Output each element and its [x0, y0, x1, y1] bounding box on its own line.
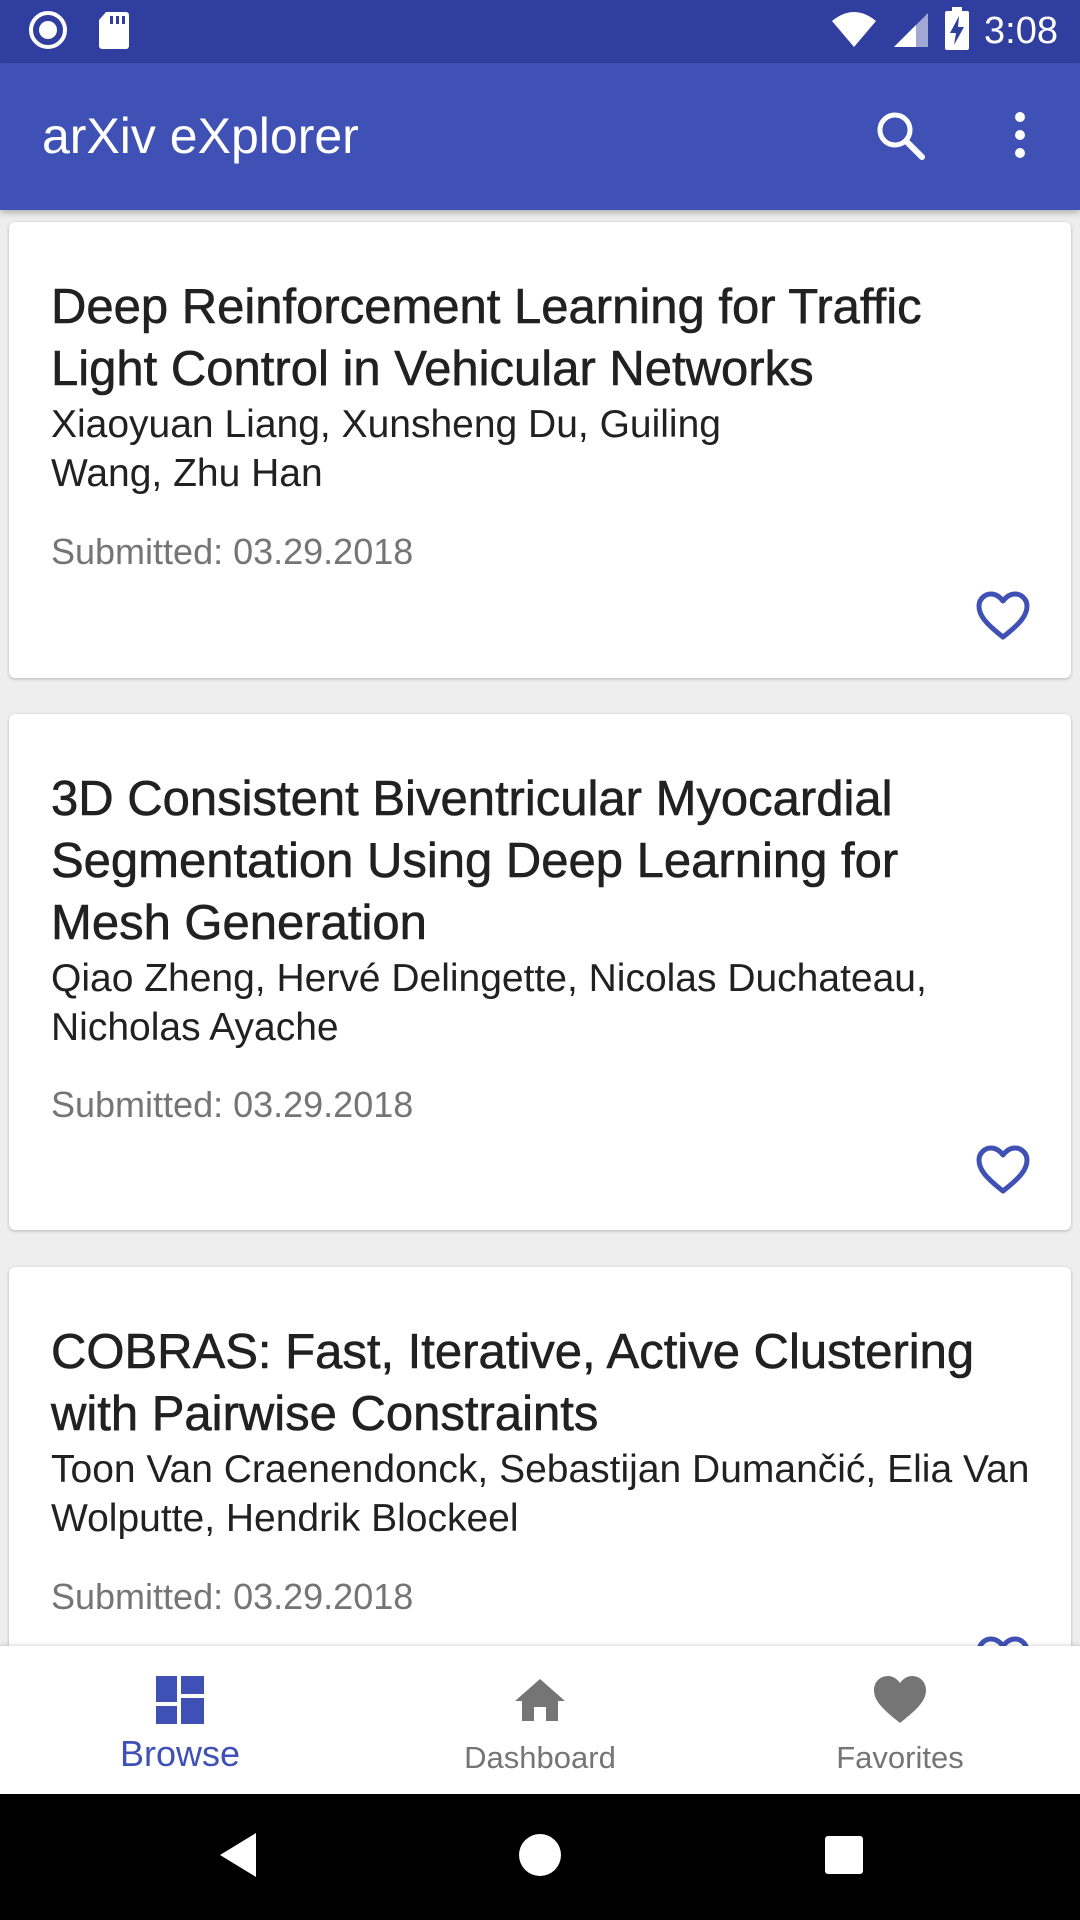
home-button[interactable]: [510, 1827, 570, 1887]
paper-card[interactable]: Deep Reinforcement Learning for Traffic …: [9, 222, 1071, 678]
home-circle-icon: [517, 1832, 563, 1883]
heart-filled-icon: [870, 1670, 930, 1730]
favorite-button[interactable]: [971, 586, 1035, 650]
home-icon: [510, 1670, 570, 1730]
search-icon: [874, 109, 926, 166]
status-time: 3:08: [984, 10, 1058, 52]
screen: 3:08 arXiv eXplorer Deep Reinforcement L…: [0, 0, 1080, 1920]
more-options-button[interactable]: [984, 101, 1056, 173]
status-left-icons: [28, 10, 130, 55]
paper-submitted-date: Submitted: 03.29.2018: [51, 1576, 414, 1617]
heart-outline-icon: [975, 1635, 1031, 1646]
paper-card[interactable]: COBRAS: Fast, Iterative, Active Clusteri…: [9, 1267, 1071, 1646]
system-navigation-bar: [0, 1794, 1080, 1920]
recents-icon: [823, 1834, 865, 1881]
search-button[interactable]: [864, 101, 936, 173]
nav-label-browse: Browse: [119, 1733, 241, 1774]
favorite-button[interactable]: [971, 1631, 1035, 1646]
sd-card-icon: [98, 10, 130, 55]
recents-button[interactable]: [814, 1827, 874, 1887]
wifi-icon: [830, 9, 878, 54]
app-bar: arXiv eXplorer: [0, 63, 1080, 210]
paper-title: Deep Reinforcement Learning for Traffic …: [51, 280, 922, 397]
heart-outline-icon: [975, 1144, 1031, 1201]
nav-item-browse[interactable]: Browse: [0, 1646, 360, 1794]
app-title: arXiv eXplorer: [42, 108, 359, 164]
paper-title: 3D Consistent Biventricular Myocardial S…: [51, 772, 899, 951]
circle-notification-icon: [28, 10, 68, 55]
paper-submitted-date: Submitted: 03.29.2018: [51, 1084, 414, 1125]
nav-label-dashboard: Dashboard: [464, 1740, 616, 1775]
app-bar-actions: [816, 101, 1056, 173]
nav-label-favorites: Favorites: [836, 1740, 964, 1775]
status-bar: 3:08: [0, 0, 1080, 63]
paper-list[interactable]: Deep Reinforcement Learning for Traffic …: [0, 210, 1080, 1646]
favorite-button[interactable]: [971, 1140, 1035, 1204]
nav-item-dashboard[interactable]: Dashboard: [360, 1646, 720, 1794]
paper-authors: Xiaoyuan Liang, Xunsheng Du, Guiling Wan…: [51, 403, 721, 495]
nav-item-favorites[interactable]: Favorites: [720, 1646, 1080, 1794]
bottom-navigation: Browse Dashboard Favorites: [0, 1646, 1080, 1794]
paper-card[interactable]: 3D Consistent Biventricular Myocardial S…: [9, 714, 1071, 1230]
paper-authors: Toon Van Craenendonck, Sebastijan Dumanč…: [51, 1448, 1030, 1540]
back-icon: [216, 1831, 260, 1884]
back-button[interactable]: [208, 1827, 268, 1887]
signal-icon: [892, 9, 930, 54]
paper-submitted-date: Submitted: 03.29.2018: [51, 531, 414, 572]
paper-authors: Qiao Zheng, Hervé Delingette, Nicolas Du…: [51, 957, 927, 1049]
dashboard-grid-icon: [150, 1670, 210, 1730]
heart-outline-icon: [975, 590, 1031, 647]
status-right-icons: 3:08: [830, 6, 1058, 56]
battery-charging-icon: [944, 6, 970, 56]
more-vert-icon: [1012, 111, 1028, 164]
paper-title: COBRAS: Fast, Iterative, Active Clusteri…: [51, 1325, 975, 1442]
